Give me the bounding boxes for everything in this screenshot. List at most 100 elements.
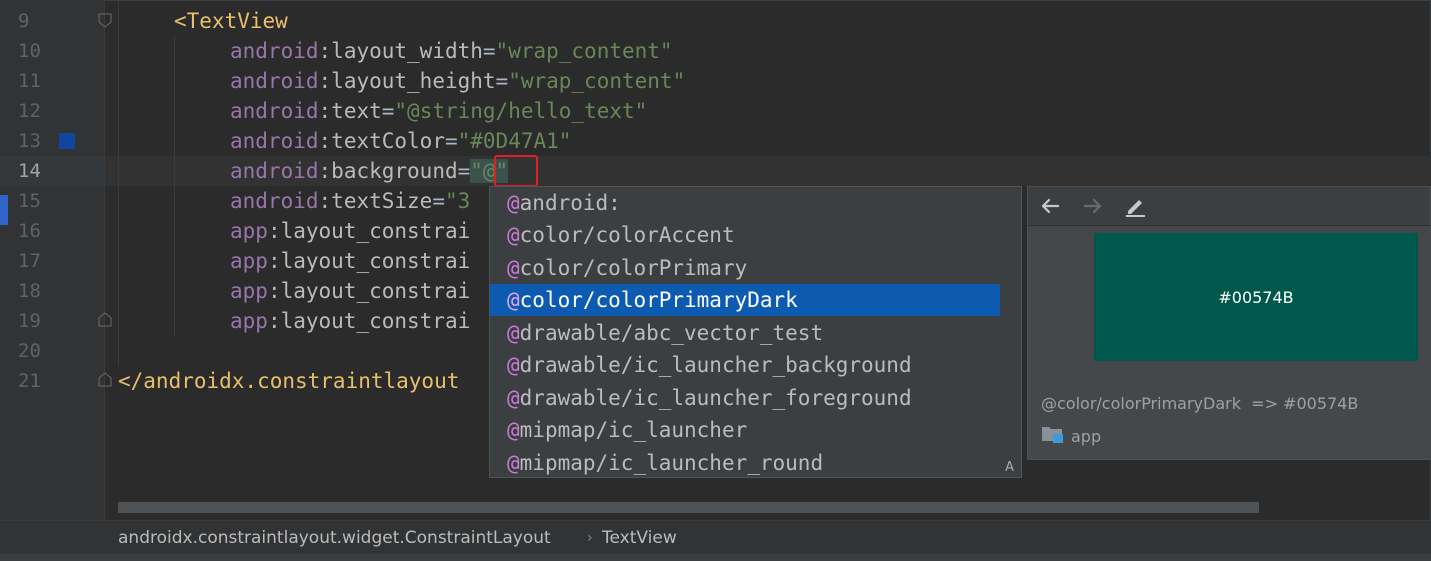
popup-hint-label: A: [1005, 460, 1014, 475]
xml-namespace: android: [230, 39, 319, 63]
xml-value: "3: [444, 189, 471, 213]
fold-close-icon[interactable]: [98, 311, 112, 327]
colon: :: [318, 189, 332, 213]
xml-value: "wrap_content": [508, 69, 686, 93]
colon: :: [267, 279, 281, 303]
line-number: 17: [18, 250, 41, 272]
code-line[interactable]: android:textSize="3: [230, 186, 470, 216]
equals: =: [444, 129, 458, 153]
module-folder-icon: [1041, 424, 1065, 448]
xml-namespace: android: [230, 159, 319, 183]
completion-item[interactable]: @mipmap/ic_launcher_round: [490, 447, 1000, 479]
equals: =: [457, 159, 471, 183]
completion-item-selected[interactable]: @color/colorPrimaryDark: [490, 284, 1000, 316]
indent-guide: [174, 36, 175, 336]
line-number: 18: [18, 280, 41, 302]
breadcrumb-separator-icon: ›: [587, 530, 593, 546]
completion-item[interactable]: @color/colorPrimary: [490, 252, 1000, 284]
module-name: app: [1071, 426, 1102, 446]
completion-item[interactable]: @color/colorAccent: [490, 219, 1000, 251]
line-number: 10: [18, 40, 41, 62]
xml-value: "wrap_content": [495, 39, 673, 63]
code-line[interactable]: </androidx.constraintlayout: [118, 366, 459, 396]
current-line-gutter-highlight: [0, 156, 104, 186]
line-number-current: 14: [18, 160, 41, 182]
code-line[interactable]: app:layout_constrai: [230, 276, 470, 306]
code-line[interactable]: app:layout_constrai: [230, 216, 470, 246]
resource-resolution: @color/colorPrimaryDark => #00574B: [1041, 394, 1359, 413]
line-number: 15: [18, 190, 41, 212]
completion-item[interactable]: @android:: [490, 187, 1000, 219]
xml-value: "#0D47A1": [457, 129, 572, 153]
xml-namespace: android: [230, 99, 319, 123]
code-line[interactable]: android:textColor="#0D47A1": [230, 126, 571, 156]
colon: :: [318, 39, 332, 63]
colon: :: [318, 129, 332, 153]
xml-namespace: android: [230, 129, 319, 153]
xml-attribute: layout_constrai: [280, 249, 471, 273]
xml-tag: <TextView: [174, 9, 288, 33]
xml-attribute: layout_constrai: [280, 309, 471, 333]
caret-highlight-box: [494, 155, 538, 187]
code-line[interactable]: <TextView: [174, 6, 288, 36]
change-marker: [0, 195, 8, 225]
color-swatch-icon[interactable]: [59, 133, 75, 149]
equals: =: [432, 189, 445, 213]
line-number: 16: [18, 220, 41, 242]
code-line-current[interactable]: android:background="@": [230, 156, 509, 186]
code-line[interactable]: android:layout_width="wrap_content": [230, 36, 673, 66]
xml-value: "@string/hello_text": [394, 99, 648, 123]
gutter-separator: [104, 0, 105, 520]
arrow-left-icon[interactable]: [1038, 194, 1062, 218]
xml-attribute: layout_constrai: [280, 219, 471, 243]
line-number: 20: [18, 340, 41, 362]
colon: :: [318, 69, 332, 93]
colon: :: [267, 309, 281, 333]
doc-body: #00574B @color/colorPrimaryDark => #0057…: [1028, 226, 1430, 459]
indent-guide: [118, 0, 119, 366]
xml-namespace: app: [230, 249, 268, 273]
xml-namespace: app: [230, 219, 268, 243]
xml-namespace: app: [230, 309, 268, 333]
fold-close-icon[interactable]: [98, 371, 112, 387]
bottom-strip: [0, 554, 1431, 561]
colon: :: [318, 99, 332, 123]
code-line[interactable]: android:text="@string/hello_text": [230, 96, 647, 126]
line-number: 19: [18, 310, 41, 332]
line-number: 12: [18, 100, 41, 122]
completion-popup[interactable]: @android: @color/colorAccent @color/colo…: [489, 186, 1022, 478]
line-gutter: 9 10 11 12 13 14 15 16 17 18 19 20 21: [0, 0, 104, 520]
colon: :: [267, 219, 281, 243]
horizontal-scrollbar[interactable]: [118, 502, 1259, 513]
code-line[interactable]: app:layout_constrai: [230, 246, 470, 276]
xml-attribute: layout_constrai: [280, 279, 471, 303]
xml-attribute: textColor: [331, 129, 445, 153]
completion-item[interactable]: @drawable/ic_launcher_background: [490, 349, 1000, 381]
colon: :: [318, 159, 332, 183]
code-line[interactable]: android:layout_height="wrap_content": [230, 66, 685, 96]
breadcrumb: androidx.constraintlayout.widget.Constra…: [0, 520, 1431, 555]
module-label: app: [1041, 424, 1101, 448]
equals: =: [495, 69, 509, 93]
color-preview: #00574B: [1094, 233, 1418, 361]
completion-item[interactable]: @mipmap/ic_launcher: [490, 414, 1000, 446]
line-number: 11: [18, 70, 41, 92]
arrow-right-icon[interactable]: [1081, 194, 1105, 218]
xml-tag: </androidx.constraintlayout: [118, 369, 460, 393]
line-number: 13: [18, 130, 41, 152]
breadcrumb-item[interactable]: TextView: [602, 528, 677, 548]
xml-attribute: text: [331, 99, 382, 123]
pencil-icon[interactable]: [1123, 194, 1147, 218]
xml-attribute: background: [331, 159, 458, 183]
equals: =: [482, 39, 496, 63]
code-line[interactable]: app:layout_constrai: [230, 306, 470, 336]
colon: :: [267, 249, 281, 273]
xml-namespace: app: [230, 279, 268, 303]
xml-attribute: layout_height: [331, 69, 496, 93]
completion-item[interactable]: @drawable/ic_launcher_foreground: [490, 382, 1000, 414]
fold-open-icon[interactable]: [98, 13, 112, 29]
xml-namespace: android: [230, 69, 319, 93]
completion-item[interactable]: @drawable/abc_vector_test: [490, 317, 1000, 349]
line-number: 9: [18, 10, 30, 32]
breadcrumb-item[interactable]: androidx.constraintlayout.widget.Constra…: [118, 528, 551, 548]
